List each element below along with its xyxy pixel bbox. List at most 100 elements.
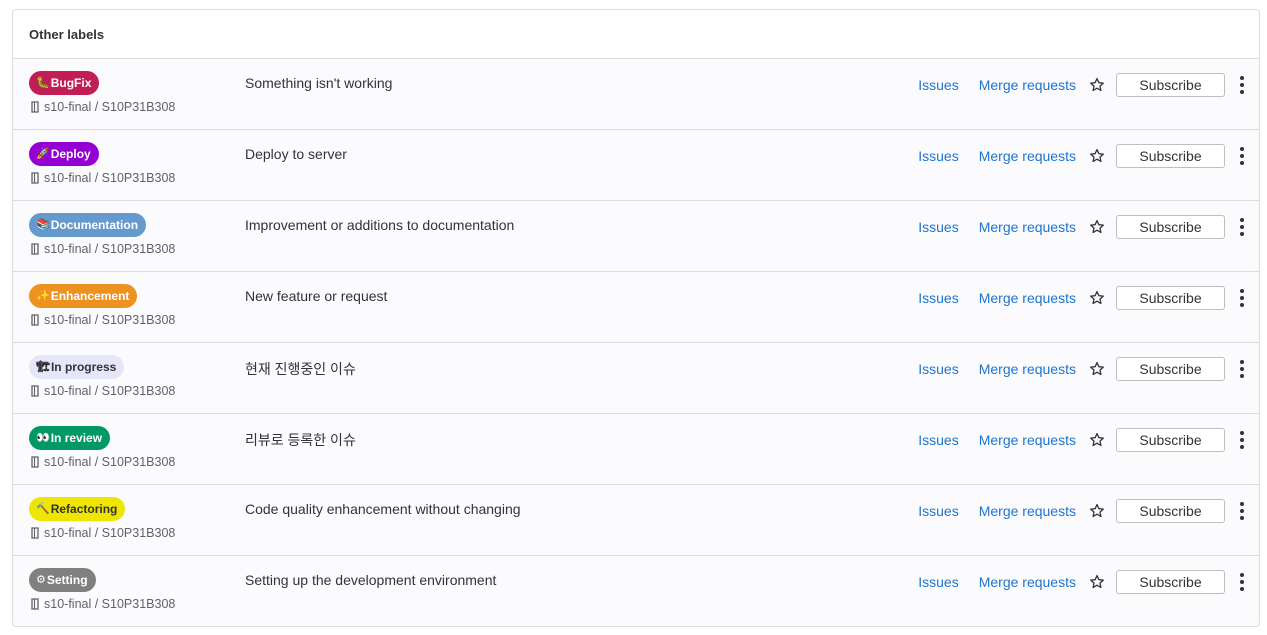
label-project-path: s10-final / S10P31B308 [30, 100, 175, 114]
label-row: 👀 In review s10-final / S10P31B308 리뷰로 등… [13, 414, 1259, 485]
subscribe-button[interactable]: Subscribe [1116, 286, 1225, 310]
project-box-icon [31, 527, 39, 539]
star-icon[interactable] [1088, 360, 1106, 378]
label-badge[interactable]: 👀 In review [29, 426, 111, 450]
issues-link[interactable]: Issues [918, 432, 958, 448]
subscribe-button[interactable]: Subscribe [1116, 570, 1225, 594]
label-emoji-icon: ✨ [36, 289, 50, 302]
kebab-menu-icon[interactable] [1237, 217, 1247, 237]
subscribe-button[interactable]: Subscribe [1116, 144, 1225, 168]
label-name: Deploy [50, 147, 91, 161]
issues-link[interactable]: Issues [918, 290, 958, 306]
label-project-path: s10-final / S10P31B308 [30, 171, 175, 185]
project-path-text: s10-final / S10P31B308 [44, 384, 176, 398]
panel-title: Other labels [13, 10, 1259, 59]
project-path-text: s10-final / S10P31B308 [44, 526, 176, 540]
label-description: Improvement or additions to documentatio… [245, 217, 515, 233]
issues-link[interactable]: Issues [918, 219, 958, 235]
project-box-icon [31, 598, 39, 610]
kebab-menu-icon[interactable] [1237, 430, 1247, 450]
kebab-menu-icon[interactable] [1237, 146, 1247, 166]
merge-requests-link[interactable]: Merge requests [979, 290, 1076, 306]
label-row: ✨ Enhancement s10-final / S10P31B308 New… [13, 272, 1259, 343]
label-description: Deploy to server [245, 146, 347, 162]
subscribe-button[interactable]: Subscribe [1116, 73, 1225, 97]
label-badge[interactable]: 📚 Documentation [29, 213, 147, 237]
label-actions: Issues Merge requests Subscribe [918, 427, 1247, 453]
kebab-menu-icon[interactable] [1237, 288, 1247, 308]
label-badge[interactable]: 🚀 Deploy [29, 142, 99, 166]
label-actions: Issues Merge requests Subscribe [918, 569, 1247, 595]
label-project-path: s10-final / S10P31B308 [30, 313, 175, 327]
label-emoji-icon: 👀 [36, 431, 50, 444]
label-name: BugFix [50, 76, 92, 90]
label-project-path: s10-final / S10P31B308 [30, 526, 175, 540]
project-box-icon [31, 243, 39, 255]
star-icon[interactable] [1088, 431, 1106, 449]
merge-requests-link[interactable]: Merge requests [979, 148, 1076, 164]
star-icon[interactable] [1088, 573, 1106, 591]
issues-link[interactable]: Issues [918, 77, 958, 93]
label-badge[interactable]: 🔨 Refactoring [29, 497, 126, 521]
project-path-text: s10-final / S10P31B308 [44, 242, 176, 256]
subscribe-button[interactable]: Subscribe [1116, 499, 1225, 523]
subscribe-button[interactable]: Subscribe [1116, 215, 1225, 239]
project-path-text: s10-final / S10P31B308 [44, 313, 176, 327]
label-actions: Issues Merge requests Subscribe [918, 285, 1247, 311]
issues-link[interactable]: Issues [918, 574, 958, 590]
merge-requests-link[interactable]: Merge requests [979, 77, 1076, 93]
star-icon[interactable] [1088, 76, 1106, 94]
label-emoji-icon: 🐛 [36, 76, 50, 89]
label-description: 리뷰로 등록한 이슈 [245, 432, 356, 448]
label-emoji-icon: 📚 [36, 218, 50, 231]
merge-requests-link[interactable]: Merge requests [979, 219, 1076, 235]
issues-link[interactable]: Issues [918, 503, 958, 519]
label-name: In progress [50, 360, 117, 374]
merge-requests-link[interactable]: Merge requests [979, 574, 1076, 590]
star-icon[interactable] [1088, 502, 1106, 520]
project-box-icon [31, 385, 39, 397]
label-description: New feature or request [245, 288, 388, 304]
label-badge[interactable]: ✨ Enhancement [29, 284, 138, 308]
label-badge[interactable]: 🐛 BugFix [29, 71, 100, 95]
label-emoji-icon: 🏗 [36, 360, 50, 373]
merge-requests-link[interactable]: Merge requests [979, 432, 1076, 448]
kebab-menu-icon[interactable] [1237, 572, 1247, 592]
label-badge[interactable]: 🏗 In progress [29, 355, 125, 379]
label-actions: Issues Merge requests Subscribe [918, 143, 1247, 169]
label-description: Setting up the development environment [245, 572, 497, 588]
other-labels-panel: Other labels 🐛 BugFix s10-final / S10P31… [12, 9, 1260, 627]
project-box-icon [31, 456, 39, 468]
label-emoji-icon: 🔨 [36, 502, 50, 515]
project-box-icon [31, 101, 39, 113]
label-badge[interactable]: ⚙ Setting [29, 568, 96, 592]
label-description: Code quality enhancement without changin… [245, 501, 521, 517]
project-path-text: s10-final / S10P31B308 [44, 100, 176, 114]
label-project-path: s10-final / S10P31B308 [30, 597, 175, 611]
star-icon[interactable] [1088, 218, 1106, 236]
label-name: Enhancement [50, 289, 130, 303]
label-actions: Issues Merge requests Subscribe [918, 498, 1247, 524]
label-project-path: s10-final / S10P31B308 [30, 242, 175, 256]
label-project-path: s10-final / S10P31B308 [30, 384, 175, 398]
merge-requests-link[interactable]: Merge requests [979, 361, 1076, 377]
label-row: ⚙ Setting s10-final / S10P31B308 Setting… [13, 556, 1259, 626]
label-name: Refactoring [50, 502, 118, 516]
star-icon[interactable] [1088, 289, 1106, 307]
subscribe-button[interactable]: Subscribe [1116, 357, 1225, 381]
issues-link[interactable]: Issues [918, 148, 958, 164]
subscribe-button[interactable]: Subscribe [1116, 428, 1225, 452]
label-actions: Issues Merge requests Subscribe [918, 72, 1247, 98]
kebab-menu-icon[interactable] [1237, 359, 1247, 379]
label-description: 현재 진행중인 이슈 [245, 361, 356, 377]
kebab-menu-icon[interactable] [1237, 501, 1247, 521]
label-row: 🚀 Deploy s10-final / S10P31B308 Deploy t… [13, 130, 1259, 201]
kebab-menu-icon[interactable] [1237, 75, 1247, 95]
label-project-path: s10-final / S10P31B308 [30, 455, 175, 469]
label-row: 🔨 Refactoring s10-final / S10P31B308 Cod… [13, 485, 1259, 556]
star-icon[interactable] [1088, 147, 1106, 165]
label-emoji-icon: ⚙ [36, 573, 46, 586]
project-box-icon [31, 314, 39, 326]
issues-link[interactable]: Issues [918, 361, 958, 377]
merge-requests-link[interactable]: Merge requests [979, 503, 1076, 519]
